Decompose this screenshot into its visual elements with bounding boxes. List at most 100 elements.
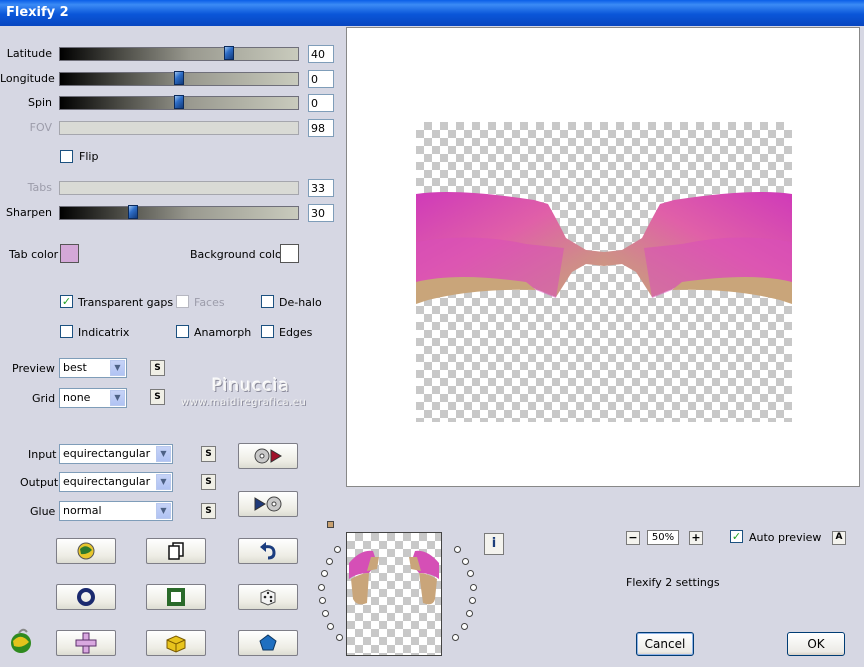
grid-select[interactable]: none ▼ xyxy=(59,388,127,408)
tabs-value-field[interactable]: 33 xyxy=(308,179,334,197)
ring-button[interactable] xyxy=(56,584,116,610)
sharpen-value-field[interactable]: 30 xyxy=(308,204,334,222)
fov-value-field[interactable]: 98 xyxy=(308,119,334,137)
cancel-button[interactable]: Cancel xyxy=(636,632,694,656)
auto-preview-checkbox[interactable]: ✓ xyxy=(730,530,743,543)
faces-checkbox xyxy=(176,295,189,308)
sharpen-slider[interactable] xyxy=(59,205,299,220)
glue-select-value: normal xyxy=(63,504,102,517)
watermark-site: www.maidiregrafica.eu xyxy=(181,397,307,408)
glue-label: Glue xyxy=(30,505,56,518)
longitude-label: Longitude xyxy=(0,72,55,85)
input-select[interactable]: equirectangular ▼ xyxy=(59,444,173,464)
navigator-dot[interactable] xyxy=(318,583,326,591)
play-output-button[interactable] xyxy=(238,491,298,517)
tab-color-swatch[interactable] xyxy=(60,244,79,263)
output-select[interactable]: equirectangular ▼ xyxy=(59,472,173,492)
spin-value-field[interactable]: 0 xyxy=(308,94,334,112)
navigator-dot[interactable] xyxy=(320,570,328,578)
flip-label: Flip xyxy=(79,150,99,163)
navigator-dot[interactable] xyxy=(469,583,477,591)
undo-button[interactable] xyxy=(238,538,298,564)
dehalo-label: De-halo xyxy=(279,296,322,309)
ring-icon xyxy=(77,588,95,606)
latitude-value-field[interactable]: 40 xyxy=(308,45,334,63)
pentagon-button[interactable] xyxy=(238,630,298,656)
dehalo-checkbox[interactable] xyxy=(261,295,274,308)
globe-icon xyxy=(77,542,95,560)
longitude-slider[interactable] xyxy=(59,71,299,86)
zoom-out-button[interactable]: − xyxy=(626,531,640,545)
zoom-level-field[interactable]: 50% xyxy=(647,530,679,545)
longitude-slider-thumb[interactable] xyxy=(174,71,184,85)
transparent-gaps-label: Transparent gaps xyxy=(78,296,174,309)
play-disc-icon xyxy=(254,496,282,512)
info-button[interactable]: i xyxy=(484,533,504,555)
square-button[interactable] xyxy=(146,584,206,610)
tabs-slider xyxy=(59,181,299,195)
latitude-slider[interactable] xyxy=(59,46,299,61)
preview-select-value: best xyxy=(63,361,87,374)
chevron-down-icon[interactable]: ▼ xyxy=(110,360,125,376)
auto-preview-label: Auto preview xyxy=(749,531,822,544)
preview-label: Preview xyxy=(12,362,55,375)
output-s-button[interactable]: S xyxy=(201,474,216,490)
ok-button[interactable]: OK xyxy=(787,632,845,656)
chevron-down-icon[interactable]: ▼ xyxy=(156,503,171,519)
status-text: Flexify 2 settings xyxy=(626,576,720,589)
background-color-swatch[interactable] xyxy=(280,244,299,263)
spin-slider[interactable] xyxy=(59,95,299,110)
copy-button[interactable] xyxy=(146,538,206,564)
dice-button[interactable] xyxy=(238,584,298,610)
input-s-button[interactable]: S xyxy=(201,446,216,462)
zoom-in-button[interactable]: + xyxy=(689,531,703,545)
faces-label: Faces xyxy=(194,296,225,309)
tabs-label: Tabs xyxy=(27,181,52,194)
anamorph-label: Anamorph xyxy=(194,326,252,339)
input-label: Input xyxy=(28,448,57,461)
spin-slider-thumb[interactable] xyxy=(174,95,184,109)
main-preview[interactable] xyxy=(346,27,860,487)
latitude-slider-thumb[interactable] xyxy=(224,46,234,60)
flexified-image xyxy=(416,192,792,304)
navigator-dot[interactable] xyxy=(326,557,334,565)
dice-icon xyxy=(260,589,276,606)
navigator-dot[interactable] xyxy=(318,597,326,605)
longitude-value-field[interactable]: 0 xyxy=(308,70,334,88)
play-input-button[interactable] xyxy=(238,443,298,469)
preview-s-button[interactable]: S xyxy=(150,360,165,376)
edges-label: Edges xyxy=(279,326,313,339)
navigator-preview[interactable] xyxy=(346,532,442,656)
anamorph-checkbox[interactable] xyxy=(176,325,189,338)
glue-select[interactable]: normal ▼ xyxy=(59,501,173,521)
cross-button[interactable] xyxy=(56,630,116,656)
chevron-down-icon[interactable]: ▼ xyxy=(110,390,125,406)
navigator-dot[interactable] xyxy=(335,633,343,641)
randomize-button[interactable] xyxy=(56,538,116,564)
transparent-gaps-checkbox[interactable]: ✓ xyxy=(60,295,73,308)
sharpen-slider-thumb[interactable] xyxy=(128,205,138,219)
navigator-dot[interactable] xyxy=(321,610,329,618)
copy-icon xyxy=(168,542,184,560)
flip-checkbox[interactable] xyxy=(60,150,73,163)
edges-checkbox[interactable] xyxy=(261,325,274,338)
chevron-down-icon[interactable]: ▼ xyxy=(156,474,171,490)
navigator-dot[interactable] xyxy=(333,546,341,554)
chevron-down-icon[interactable]: ▼ xyxy=(156,446,171,462)
navigator-thumbnail xyxy=(349,550,439,605)
navigator-dot[interactable] xyxy=(460,622,468,630)
glue-s-button[interactable]: S xyxy=(201,503,216,519)
fov-slider xyxy=(59,121,299,135)
tab-color-label: Tab color xyxy=(9,248,59,261)
cube-button[interactable] xyxy=(146,630,206,656)
auto-preview-button[interactable]: A xyxy=(832,531,846,545)
navigator-handle[interactable] xyxy=(327,521,334,528)
navigator-dot[interactable] xyxy=(461,557,469,565)
grid-s-button[interactable]: S xyxy=(150,389,165,405)
output-label: Output xyxy=(20,476,59,489)
indicatrix-checkbox[interactable] xyxy=(60,325,73,338)
undo-icon xyxy=(260,542,276,560)
preview-select[interactable]: best ▼ xyxy=(59,358,127,378)
spin-label: Spin xyxy=(28,96,52,109)
grid-select-value: none xyxy=(63,391,91,404)
